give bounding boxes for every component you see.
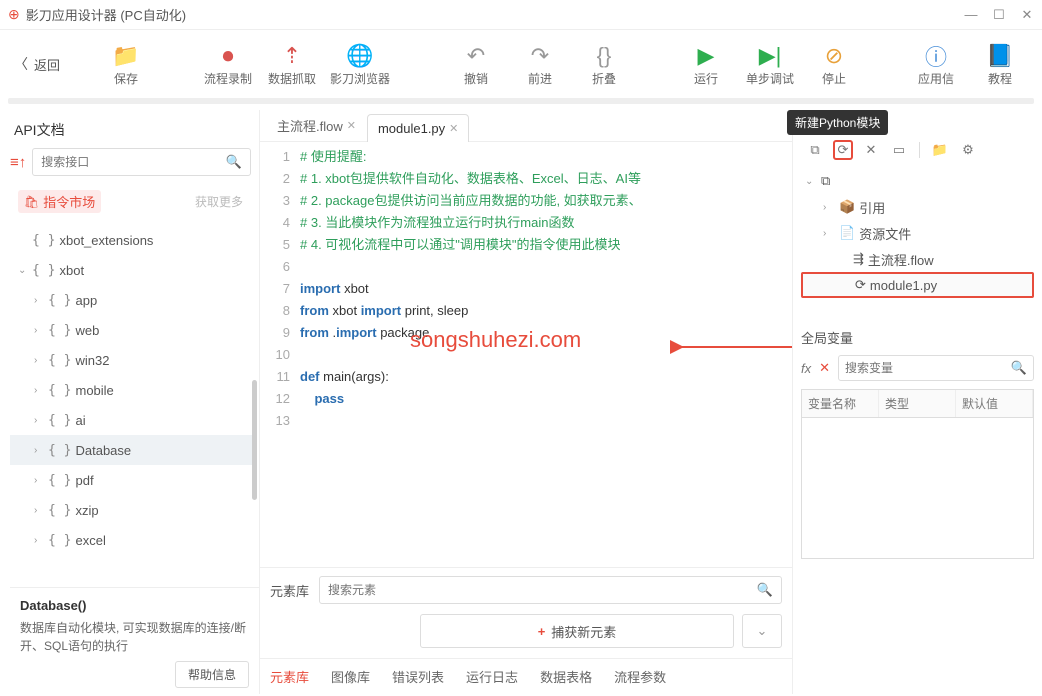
bottom-tab[interactable]: 元素库 [270,667,309,686]
appinfo-button[interactable]: ⓘ应用信 [908,42,964,87]
market-more-link[interactable]: 获取更多 [195,193,243,210]
api-tree-item[interactable]: ›{ }win32 [10,345,255,375]
rename-icon[interactable]: ▭ [889,140,909,160]
element-lib-title: 元素库 [270,581,309,600]
sort-icon[interactable]: ≡↑ [10,154,26,171]
api-search-input[interactable]: 🔍 [32,148,251,176]
element-search-input[interactable]: 🔍 [319,576,782,604]
search-icon: 🔍 [226,154,242,170]
doc-signature: Database() [20,598,249,613]
api-tree-item[interactable]: ›{ }excel [10,525,255,555]
bottom-tab[interactable]: 图像库 [331,667,370,686]
project-tree-item[interactable]: ›📦引用 [801,194,1034,220]
var-col-header: 类型 [879,390,956,417]
globals-title: 全局变量 [801,328,1034,347]
search-icon: 🔍 [757,582,773,598]
save-button[interactable]: 📁保存 [98,42,154,87]
run-button[interactable]: ▶运行 [678,42,734,87]
fx-icon[interactable]: fx [801,361,811,376]
project-tree-item[interactable]: ›📄资源文件 [801,220,1034,246]
doc-description: 数据库自动化模块, 可实现数据库的连接/断开、SQL语句的执行 [20,619,249,655]
extract-button[interactable]: ⇡数据抓取 [264,42,320,87]
var-col-header: 变量名称 [802,390,879,417]
step-button[interactable]: ▶|单步调试 [742,42,798,87]
market-button[interactable]: 🛍 指令市场 [18,190,101,213]
new-python-module-tooltip: 新建Python模块 [787,110,888,135]
project-tree-item[interactable]: ⟳module1.py [801,272,1034,298]
back-button[interactable]: 〈 返回 [14,54,60,74]
scrollbar[interactable] [252,380,257,500]
var-table-body [802,418,1033,558]
capture-dropdown-button[interactable]: ⌄ [742,614,782,648]
window-title: 影刀应用设计器 (PC自动化) [26,5,964,24]
delete-var-icon[interactable]: ✕ [819,360,830,376]
api-tree-item[interactable]: ›{ }ai [10,405,255,435]
api-tree-item[interactable]: ›{ }Database [10,435,255,465]
search-icon: 🔍 [1011,360,1027,376]
redo-button[interactable]: ↷前进 [512,42,568,87]
api-tree-item[interactable]: { }xbot_extensions [10,225,255,255]
file-tab[interactable]: module1.py✕ [367,114,469,142]
close-icon[interactable]: ✕ [1020,7,1034,23]
bottom-tab[interactable]: 数据表格 [540,667,592,686]
var-col-header: 默认值 [956,390,1033,417]
project-tree-item[interactable]: ⌄⧉ [801,168,1034,194]
app-logo-icon: ⊕ [8,6,20,23]
chevron-left-icon: 〈 [14,54,28,74]
tutorial-button[interactable]: 📘教程 [972,42,1028,87]
bottom-tab[interactable]: 流程参数 [614,667,666,686]
var-search-input[interactable]: 🔍 [838,355,1034,381]
api-tree-item[interactable]: ›{ }mobile [10,375,255,405]
close-tab-icon[interactable]: ✕ [449,122,458,135]
capture-element-button[interactable]: +捕获新元素 [420,614,734,648]
maximize-icon[interactable]: ☐ [992,7,1006,23]
project-tree-item[interactable]: ⇶主流程.flow [801,246,1034,272]
bottom-tab[interactable]: 运行日志 [466,667,518,686]
help-button[interactable]: 帮助信息 [175,661,249,688]
undo-button[interactable]: ↶撤销 [448,42,504,87]
record-button[interactable]: ⏺流程录制 [200,42,256,87]
browser-button[interactable]: 🌐影刀浏览器 [328,42,392,87]
api-tree-item[interactable]: ›{ }web [10,315,255,345]
api-tree-item[interactable]: ⌄{ }xbot [10,255,255,285]
puzzle-icon[interactable]: ⚙ [958,140,978,160]
folder-icon[interactable]: 📁 [930,140,950,160]
file-tab[interactable]: 主流程.flow✕ [266,109,367,141]
new-python-module-button[interactable]: ⟳ [833,140,853,160]
close-tab-icon[interactable]: ✕ [347,119,356,132]
api-doc-title: API文档 [10,114,259,148]
api-tree-item[interactable]: ›{ }xzip [10,495,255,525]
api-tree-item[interactable]: ›{ }app [10,285,255,315]
bottom-tab[interactable]: 错误列表 [392,667,444,686]
api-tree-item[interactable]: ›{ }pdf [10,465,255,495]
minimize-icon[interactable]: — [964,7,978,23]
stop-button[interactable]: ⊘停止 [806,42,862,87]
fold-button[interactable]: {}折叠 [576,42,632,87]
delete-icon[interactable]: ✕ [861,140,881,160]
layers-icon[interactable]: ⧉ [805,140,825,160]
